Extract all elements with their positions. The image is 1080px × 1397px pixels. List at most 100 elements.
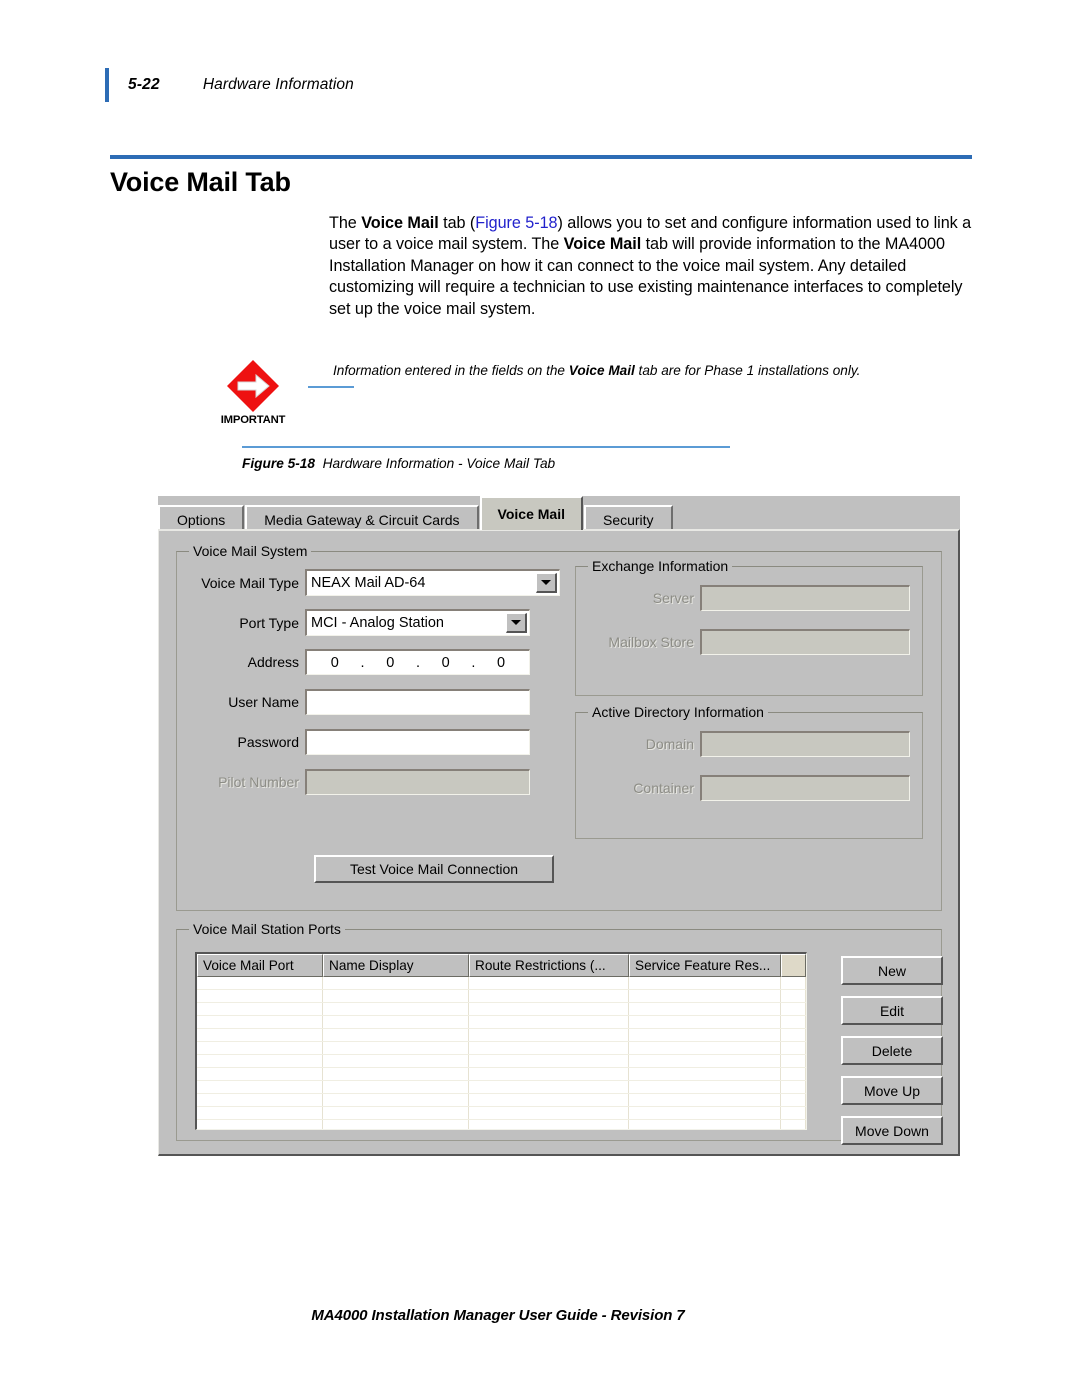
group-voice-mail-station-ports: Voice Mail Station Ports Voice Mail Port…	[176, 921, 943, 1145]
address-separator-1: .	[360, 654, 365, 671]
figure-caption-label: Figure 5-18	[242, 456, 316, 471]
table-row[interactable]	[197, 1081, 806, 1094]
address-octet-2: 0	[386, 654, 395, 671]
label-user-name: User Name	[228, 694, 299, 710]
field-exchange-server: Server	[586, 585, 910, 611]
section-heading-block: Voice Mail Tab	[110, 155, 972, 198]
label-address: Address	[247, 654, 299, 670]
address-separator-3: .	[471, 654, 476, 671]
voice-mail-type-value: NEAX Mail AD-64	[311, 575, 426, 591]
label-ad-domain: Domain	[645, 736, 694, 752]
column-header-voice-mail-port[interactable]: Voice Mail Port	[197, 954, 323, 977]
field-ad-domain: Domain	[586, 731, 910, 757]
address-separator-2: .	[415, 654, 420, 671]
table-row[interactable]	[197, 1029, 806, 1042]
table-row[interactable]	[197, 1055, 806, 1068]
body-bold-voice-mail-2: Voice Mail	[563, 235, 642, 254]
address-octet-3: 0	[441, 654, 450, 671]
table-row[interactable]	[197, 1016, 806, 1029]
table-header-row: Voice Mail Port Name Display Route Restr…	[197, 954, 806, 977]
delete-button[interactable]: Delete	[841, 1036, 943, 1065]
important-note-icon-group: IMPORTANT	[205, 359, 301, 426]
figure-caption-block: Figure 5-18 Hardware Information - Voice…	[242, 446, 730, 471]
body-text-2: tab (	[438, 214, 476, 232]
move-down-button[interactable]: Move Down	[841, 1116, 943, 1145]
group-active-directory-information-title: Active Directory Information	[588, 704, 768, 720]
figure-caption: Figure 5-18 Hardware Information - Voice…	[242, 456, 730, 471]
note-bold-voice-mail: Voice Mail	[568, 363, 635, 378]
field-password: Password	[177, 729, 530, 755]
body-bold-voice-mail-1: Voice Mail	[361, 214, 439, 232]
mailbox-store-input	[700, 629, 910, 655]
label-port-type: Port Type	[239, 614, 299, 631]
table-body	[197, 977, 806, 1129]
test-voice-mail-connection-button[interactable]: Test Voice Mail Connection	[314, 855, 554, 883]
column-header-service-feature-restrictions[interactable]: Service Feature Res...	[629, 954, 781, 977]
address-ip-input[interactable]: 0 . 0 . 0 . 0	[305, 649, 530, 675]
header-chapter-title: Hardware Information	[202, 76, 354, 93]
page-footer: MA4000 Installation Manager User Guide -…	[0, 1307, 1080, 1324]
important-note-text: Information entered in the fields on the…	[333, 361, 979, 380]
address-octet-1: 0	[330, 654, 339, 671]
dialog-tab-panel: Voice Mail System Voice Mail Type NEAX M…	[158, 529, 960, 1156]
header-accent-rule	[105, 68, 109, 102]
field-port-type: Port Type MCI - Analog Station	[177, 609, 530, 636]
field-user-name: User Name	[177, 689, 530, 715]
port-type-value: MCI - Analog Station	[311, 615, 444, 631]
field-mailbox-store: Mailbox Store	[586, 629, 910, 655]
user-name-input[interactable]	[305, 689, 530, 715]
pilot-number-input	[305, 769, 530, 795]
page-title: Voice Mail Tab	[110, 167, 291, 197]
station-ports-table[interactable]: Voice Mail Port Name Display Route Restr…	[195, 952, 807, 1130]
voice-mail-type-combobox[interactable]: NEAX Mail AD-64	[305, 569, 560, 596]
table-row[interactable]	[197, 1107, 806, 1120]
group-voice-mail-system-title: Voice Mail System	[189, 543, 312, 559]
voice-mail-tab-dialog: Options Media Gateway & Circuit Cards Vo…	[158, 496, 960, 1156]
tab-voice-mail[interactable]: Voice Mail	[479, 496, 583, 530]
group-exchange-information: Exchange Information Server Mailbox Stor…	[575, 558, 923, 696]
label-exchange-server: Server	[652, 590, 694, 606]
table-row[interactable]	[197, 1120, 806, 1129]
column-header-filler	[781, 954, 806, 977]
ad-domain-input	[700, 731, 910, 757]
group-exchange-information-title: Exchange Information	[588, 558, 733, 574]
figure-caption-text: Hardware Information - Voice Mail Tab	[322, 456, 556, 471]
column-header-route-restrictions[interactable]: Route Restrictions (...	[469, 954, 629, 977]
new-button[interactable]: New	[841, 956, 943, 985]
group-station-ports-title: Voice Mail Station Ports	[189, 921, 345, 937]
table-row[interactable]	[197, 1003, 806, 1016]
field-voice-mail-type: Voice Mail Type NEAX Mail AD-64	[177, 569, 560, 596]
move-up-button[interactable]: Move Up	[841, 1076, 943, 1105]
address-octet-4: 0	[497, 654, 506, 671]
field-address: Address 0 . 0 . 0 . 0	[177, 649, 530, 675]
port-type-combobox[interactable]: MCI - Analog Station	[305, 609, 530, 636]
group-voice-mail-system: Voice Mail System Voice Mail Type NEAX M…	[176, 543, 942, 911]
exchange-server-input	[700, 585, 910, 611]
table-row[interactable]	[197, 1094, 806, 1107]
important-diamond-arrow-icon	[226, 359, 280, 413]
field-pilot-number: Pilot Number	[177, 769, 530, 795]
table-row[interactable]	[197, 1042, 806, 1055]
field-ad-container: Container	[586, 775, 910, 801]
table-row[interactable]	[197, 1068, 806, 1081]
dialog-tab-strip: Options Media Gateway & Circuit Cards Vo…	[158, 496, 674, 533]
edit-button[interactable]: Edit	[841, 996, 943, 1025]
label-pilot-number: Pilot Number	[218, 774, 299, 790]
password-input[interactable]	[305, 729, 530, 755]
figure-caption-rule	[242, 446, 730, 448]
column-header-name-display[interactable]: Name Display	[323, 954, 469, 977]
chevron-down-icon[interactable]	[506, 613, 527, 633]
body-text-1: The	[329, 214, 362, 232]
note-text-1: Information entered in the fields on the	[333, 363, 569, 378]
note-text-2: tab are for Phase 1 installations only.	[634, 363, 861, 378]
ad-container-input	[700, 775, 910, 801]
figure-cross-reference-link[interactable]: Figure 5-18	[475, 214, 557, 232]
label-ad-container: Container	[633, 780, 694, 796]
page-running-header: 5-22 Hardware Information	[105, 68, 354, 102]
table-row[interactable]	[197, 977, 806, 990]
important-note-label: IMPORTANT	[220, 414, 286, 426]
table-row[interactable]	[197, 990, 806, 1003]
chevron-down-icon[interactable]	[536, 573, 557, 593]
note-leader-line	[308, 386, 354, 388]
label-mailbox-store: Mailbox Store	[608, 634, 694, 650]
